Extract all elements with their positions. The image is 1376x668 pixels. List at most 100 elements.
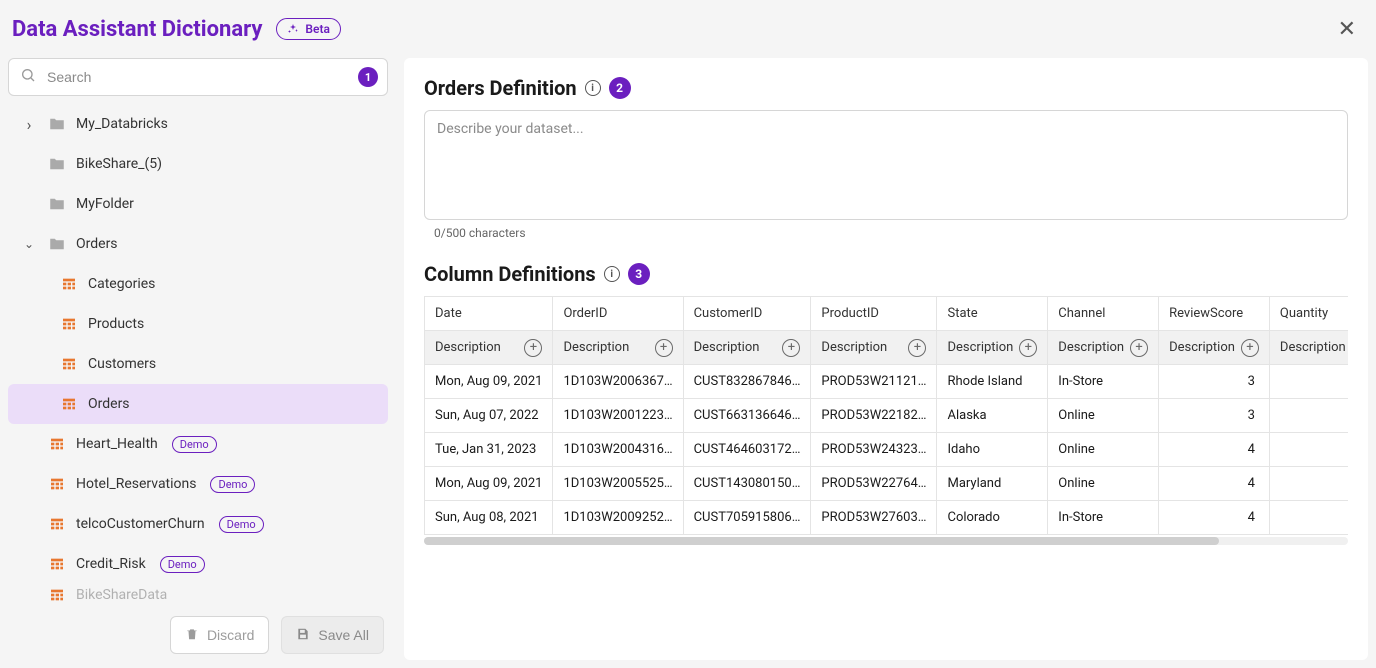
scrollbar-thumb[interactable] <box>424 537 1219 545</box>
tree-table[interactable]: Hotel_Reservations Demo <box>8 464 388 504</box>
dataset-description-input[interactable] <box>424 110 1348 220</box>
column-description-cell[interactable]: Description+ <box>1048 331 1159 365</box>
tree-table[interactable]: Products <box>8 304 388 344</box>
add-description-icon[interactable]: + <box>1130 339 1148 357</box>
column-description-cell[interactable]: Description + <box>937 331 1048 365</box>
tree-item-label: Heart_Health <box>76 436 158 452</box>
folder-icon <box>48 155 66 173</box>
search-step-badge: 1 <box>358 67 378 87</box>
table-icon <box>60 355 78 373</box>
table-cell: 1D103W2006367… <box>553 365 683 399</box>
close-icon: ✕ <box>1338 16 1356 41</box>
description-label: Description <box>694 340 760 355</box>
demo-chip: Demo <box>172 436 217 453</box>
demo-chip: Demo <box>210 476 255 493</box>
header: Data Assistant Dictionary Beta ✕ <box>8 8 1368 58</box>
tree-table[interactable]: Credit_RiskDemo <box>8 544 388 584</box>
table-icon <box>60 395 78 413</box>
column-header[interactable]: Quantity <box>1269 297 1348 331</box>
tree-folder[interactable]: BikeShare_(5) <box>8 144 388 184</box>
add-description-icon[interactable]: + <box>1019 339 1037 357</box>
tree-item-label: MyFolder <box>76 196 134 212</box>
column-header[interactable]: OrderID <box>553 297 683 331</box>
tree-table[interactable]: Heart_Health Demo <box>8 424 388 464</box>
table-cell: CUST464603172… <box>683 433 811 467</box>
tree-item-label: BikeShareData <box>76 587 167 603</box>
table-cell <box>1269 399 1348 433</box>
save-all-button[interactable]: Save All <box>281 616 384 654</box>
column-description-cell[interactable]: Description+ <box>553 331 683 365</box>
tree-item-label: telcoCustomerChurn <box>76 516 205 532</box>
tree-item-label: My_Databricks <box>76 116 168 132</box>
column-header[interactable]: Channel <box>1048 297 1159 331</box>
folder-icon <box>48 195 66 213</box>
add-description-icon[interactable]: + <box>524 339 542 357</box>
add-description-icon[interactable]: + <box>908 339 926 357</box>
table-icon <box>48 586 66 604</box>
column-description-cell[interactable]: Description + <box>1159 331 1270 365</box>
column-description-cell[interactable]: Description + <box>683 331 811 365</box>
table-cell: Alaska <box>937 399 1048 433</box>
column-description-cell[interactable]: Description+ <box>1269 331 1348 365</box>
add-description-icon[interactable]: + <box>655 339 673 357</box>
tree-folder[interactable]: MyFolder <box>8 184 388 224</box>
table-cell: Colorado <box>937 501 1048 535</box>
description-label: Description <box>947 340 1013 355</box>
save-all-label: Save All <box>318 627 369 643</box>
columns-step-badge: 3 <box>628 263 650 285</box>
column-description-cell[interactable]: Description + <box>811 331 937 365</box>
discard-button[interactable]: Discard <box>170 616 269 654</box>
table-cell: 4 <box>1159 433 1270 467</box>
table-icon <box>48 515 66 533</box>
table-cell: Rhode Island <box>937 365 1048 399</box>
table-cell: In-Store <box>1048 501 1159 535</box>
sparkle-icon <box>287 23 299 35</box>
column-header[interactable]: CustomerID <box>683 297 811 331</box>
add-description-icon[interactable]: + <box>1241 339 1259 357</box>
horizontal-scrollbar[interactable] <box>424 537 1348 545</box>
column-header[interactable]: ReviewScore <box>1159 297 1270 331</box>
tree-table[interactable]: Categories <box>8 264 388 304</box>
column-description-cell[interactable]: Description + <box>425 331 553 365</box>
table-cell: 1D103W2004316… <box>553 433 683 467</box>
search-input[interactable] <box>8 58 388 96</box>
description-label: Description <box>435 340 501 355</box>
demo-chip: Demo <box>219 516 264 533</box>
tree-item-label: BikeShare_(5) <box>76 156 162 172</box>
beta-badge: Beta <box>276 18 341 40</box>
tree-table[interactable]: BikeShareData <box>8 584 388 606</box>
table-cell: Mon, Aug 09, 2021 <box>425 365 553 399</box>
table-icon <box>48 475 66 493</box>
sidebar: 1 › My_Databricks BikeShare_(5) MyFolder ⌄ Or… <box>8 58 388 660</box>
chevron-down-icon[interactable]: ⌄ <box>20 237 38 251</box>
column-header[interactable]: State <box>937 297 1048 331</box>
table-row: Mon, Aug 09, 20211D103W2006367…CUST83286… <box>425 365 1348 399</box>
tree-table[interactable]: Customers <box>8 344 388 384</box>
column-header[interactable]: ProductID <box>811 297 937 331</box>
char-count: 0/500 characters <box>434 226 1348 240</box>
table-cell: PROD53W22764… <box>811 467 937 501</box>
table-cell: PROD53W24323… <box>811 433 937 467</box>
tree-folder[interactable]: ⌄ Orders <box>8 224 388 264</box>
table-cell: CUST143080150… <box>683 467 811 501</box>
tree-item-label: Hotel_Reservations <box>76 476 196 492</box>
tree-table[interactable]: telcoCustomerChurn Demo <box>8 504 388 544</box>
table-cell <box>1269 433 1348 467</box>
info-icon[interactable]: i <box>585 80 601 96</box>
info-icon[interactable]: i <box>604 266 620 282</box>
column-header[interactable]: Date <box>425 297 553 331</box>
description-label: Description <box>1169 340 1235 355</box>
description-label: Description <box>821 340 887 355</box>
table-cell: Online <box>1048 467 1159 501</box>
tree-table[interactable]: Orders <box>8 384 388 424</box>
add-description-icon[interactable]: + <box>782 339 800 357</box>
table-cell: 4 <box>1159 501 1270 535</box>
tree-folder[interactable]: › My_Databricks <box>8 104 388 144</box>
table-cell: Mon, Aug 09, 2021 <box>425 467 553 501</box>
table-row: Sun, Aug 07, 20221D103W2001223…CUST66313… <box>425 399 1348 433</box>
chevron-right-icon[interactable]: › <box>20 115 38 134</box>
tree-item-label: Orders <box>76 236 118 252</box>
close-button[interactable]: ✕ <box>1330 12 1364 46</box>
table-cell: 1D103W2001223… <box>553 399 683 433</box>
columns-title: Column Definitions <box>424 262 596 286</box>
